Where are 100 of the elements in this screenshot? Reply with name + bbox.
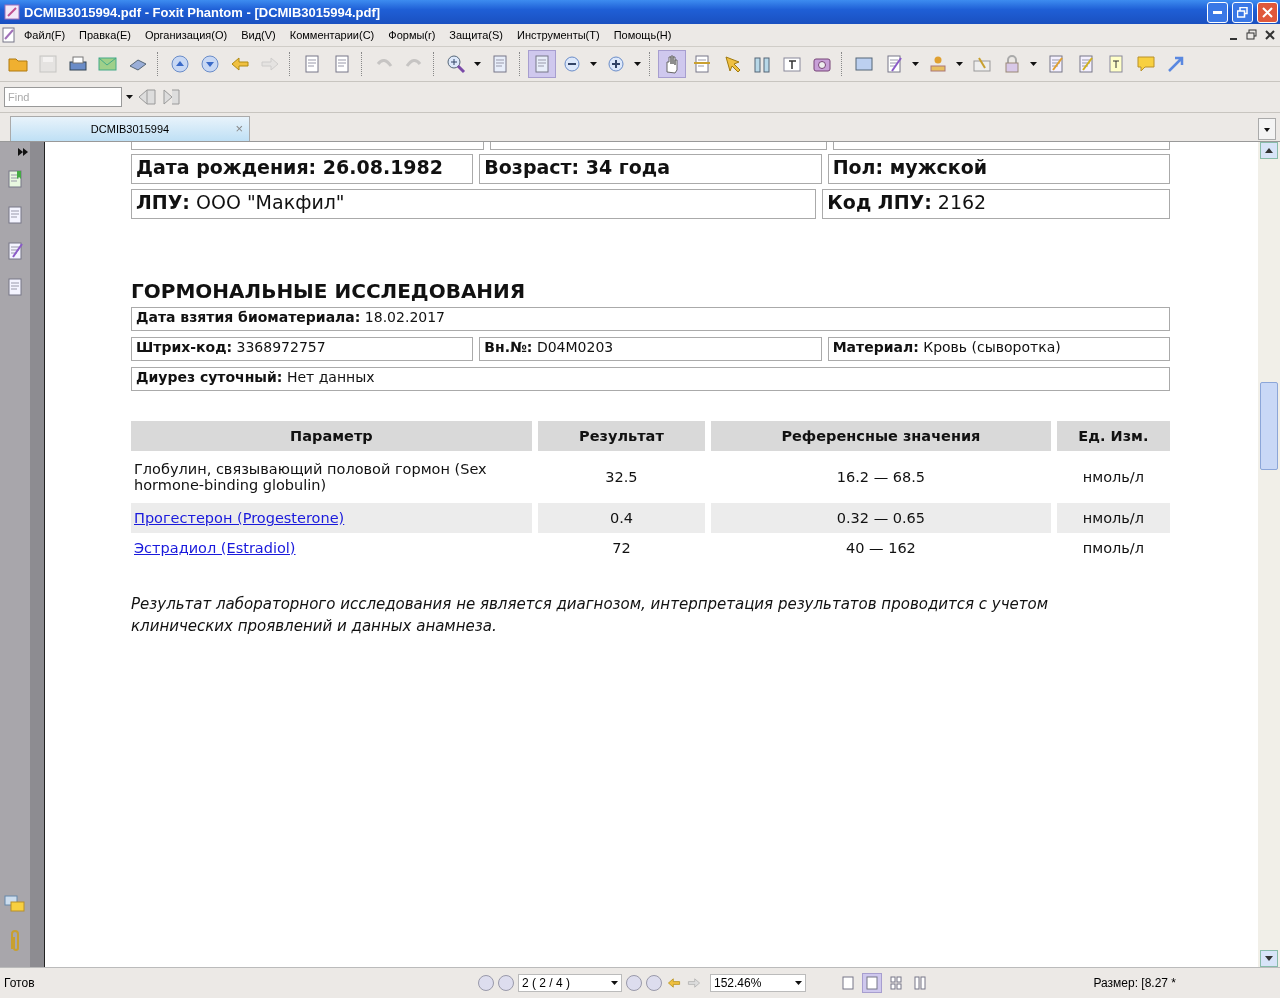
window-title: DCMIB3015994.pdf - Foxit Phantom - [DCMIB3015994.pdf] <box>24 4 382 20</box>
column-header: Результат <box>537 421 706 451</box>
parameter-link[interactable]: Прогестерон (Progesterone) <box>134 510 345 526</box>
signature-icon[interactable] <box>5 240 25 262</box>
patient-field: Пол: мужской <box>827 154 1170 184</box>
table-cell: 0.32 — 0.65 <box>711 503 1051 533</box>
info-field: Вн.№: D04M0203 <box>479 337 822 361</box>
pages-icon <box>332 54 352 74</box>
bookmark-icon[interactable] <box>5 168 25 190</box>
next-page-button[interactable] <box>626 975 642 991</box>
page-layout-icon <box>914 976 926 990</box>
scroll-thumb[interactable] <box>1260 382 1278 470</box>
parameter-link[interactable]: Эстрадиол (Estradiol) <box>134 540 296 556</box>
scroll-down-button[interactable] <box>1260 950 1278 967</box>
patient-field: ЛПУ: ООО "Макфил" <box>131 189 817 219</box>
column-header: Ед. Изм. <box>1056 421 1170 451</box>
pages-icon <box>302 54 322 74</box>
first-page-button[interactable] <box>478 975 494 991</box>
last-page-button[interactable] <box>646 975 662 991</box>
column-header: Референсные значения <box>711 421 1051 451</box>
caret-icon <box>1029 62 1037 66</box>
form-edit-icon <box>1076 54 1096 74</box>
tab-list-icon[interactable] <box>1258 118 1276 140</box>
info-field: Материал: Кровь (сыворотка) <box>827 337 1170 361</box>
page-layout-icon <box>866 976 878 990</box>
left-arrow-icon <box>230 54 250 74</box>
edit-document-icon <box>1046 54 1066 74</box>
fit-page-icon <box>490 54 510 74</box>
menu-item[interactable]: Правка(E) <box>73 27 137 43</box>
caret-icon <box>911 62 919 66</box>
menu-item[interactable]: Вид(V) <box>235 27 282 43</box>
document-tab[interactable]: DCMIB3015994 × <box>10 116 250 141</box>
back-arrow-icon[interactable] <box>666 976 682 990</box>
page-field[interactable]: 2 ( 2 / 4 ) <box>518 974 622 992</box>
caret-icon <box>611 981 618 985</box>
menu-item[interactable]: Инструменты(T) <box>511 27 606 43</box>
zoom-out-icon <box>562 54 582 74</box>
previous-page-button[interactable] <box>498 975 514 991</box>
up-arrow-icon <box>1265 148 1273 153</box>
table-cell: нмоль/л <box>1056 503 1170 533</box>
envelope-icon <box>98 54 118 74</box>
zoom-field[interactable]: 152.46% <box>710 974 806 992</box>
find-field[interactable]: Find <box>4 87 122 107</box>
info-field: Диурез суточный: Нет данных <box>131 367 1170 391</box>
app-icon <box>4 4 20 20</box>
find-previous-icon[interactable] <box>137 87 157 107</box>
minimize-icon <box>1213 10 1222 14</box>
arrow-icon <box>1166 54 1186 74</box>
print-icon <box>68 54 88 74</box>
close-button[interactable] <box>1257 1 1278 23</box>
restore-icon[interactable] <box>1244 27 1260 43</box>
patient-field: Возраст: 34 года <box>479 154 822 184</box>
menu-item[interactable]: Формы(r) <box>382 27 442 43</box>
find-next-icon[interactable] <box>161 87 181 107</box>
disclaimer-text: Результат лабораторного исследования не является диагнозом, интерпретация результатов проводится с учетом клинических проявлений и данных анамнеза. <box>131 594 1049 637</box>
info-field: Дата взятия биоматериала: 18.02.2017 <box>131 307 1170 331</box>
scroll-up-button[interactable] <box>1260 142 1278 159</box>
text-box-icon <box>1106 54 1126 74</box>
caret-icon <box>955 62 963 66</box>
note-icon <box>1136 54 1156 74</box>
stamp-icon <box>928 54 948 74</box>
page-layout-icon <box>890 976 902 990</box>
pages-icon[interactable] <box>5 204 25 226</box>
patient-field: Код ЛПУ: 2162 <box>822 189 1170 219</box>
expand-icon[interactable] <box>18 148 28 156</box>
column-header: Параметр <box>131 421 532 451</box>
menu-item[interactable]: Помощь(H) <box>607 27 678 43</box>
plus-icon <box>606 54 626 74</box>
restore-icon <box>1237 6 1248 18</box>
menu-item[interactable]: Файл(F) <box>18 27 72 43</box>
table-cell: 0.4 <box>537 503 706 533</box>
caret-icon <box>126 95 133 99</box>
menu-item[interactable]: Комментарии(C) <box>283 27 381 43</box>
minimize-button[interactable] <box>1207 1 1228 23</box>
page-size-text: Размер: [8.27 * <box>1093 976 1176 990</box>
menu-item[interactable]: Защита(S) <box>443 27 509 43</box>
text-select-icon <box>782 54 802 74</box>
status-text: Готов <box>4 976 36 990</box>
save-icon <box>38 54 58 74</box>
lock-icon <box>1002 54 1022 74</box>
caret-icon <box>589 62 597 66</box>
page-layout-icon <box>842 976 854 990</box>
pen-document-icon <box>884 54 904 74</box>
rectangle-icon <box>854 54 874 74</box>
patient-field: Дата рождения: 26.08.1982 <box>131 154 474 184</box>
caret-icon <box>795 981 802 985</box>
restore-button[interactable] <box>1232 1 1253 23</box>
view-mode-button[interactable] <box>862 973 882 993</box>
zoom-in-icon <box>446 54 466 74</box>
caret-icon <box>473 62 481 66</box>
section-heading: ГОРМОНАЛЬНЫЕ ИССЛЕДОВАНИЯ <box>131 279 527 303</box>
forward-arrow-icon[interactable] <box>686 976 702 990</box>
close-icon <box>1262 6 1273 18</box>
caret-icon <box>633 62 641 66</box>
info-field: Штрих-код: 3368972757 <box>131 337 474 361</box>
fit-width-icon <box>532 54 552 74</box>
down-arrow-icon <box>1265 956 1273 961</box>
pointer-icon <box>722 54 742 74</box>
comments-icon[interactable] <box>4 895 26 915</box>
menu-item[interactable]: Организация(O) <box>138 27 234 43</box>
